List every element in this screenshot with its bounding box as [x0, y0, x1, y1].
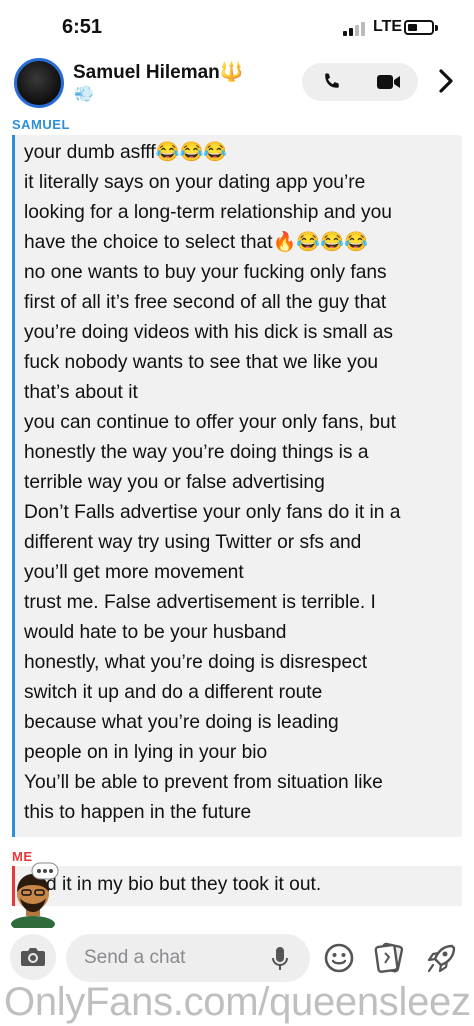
network-type: LTE [373, 18, 403, 35]
contact-name[interactable]: Samuel Hileman🔱 [73, 60, 243, 84]
chevron-right-icon[interactable] [434, 66, 458, 96]
message-line: first of all it’s free second of all the… [24, 292, 387, 313]
camera-button[interactable] [10, 934, 56, 980]
message-line: You’ll be able to prevent from situation… [24, 772, 383, 793]
signal-strength-icon [343, 22, 365, 36]
trident-emoji: 🔱 [219, 62, 244, 83]
sender-label-samuel: SAMUEL [12, 117, 70, 132]
status-time: 6:51 [62, 16, 103, 38]
message-line: looking for a long-term relationship and… [24, 202, 392, 223]
message-line: have the choice to select that🔥😂😂😂 [24, 232, 369, 253]
contact-avatar[interactable] [14, 58, 64, 108]
message-line: switch it up and do a different route [24, 682, 323, 703]
voice-call-button[interactable] [302, 63, 360, 101]
message-line: your dumb asfff😂😂😂 [24, 142, 228, 163]
received-message-block[interactable]: your dumb asfff😂😂😂 it literally says on … [12, 135, 462, 837]
call-actions [302, 63, 418, 101]
chat-input[interactable]: Send a chat [66, 934, 310, 982]
sticker-icon[interactable] [372, 942, 406, 974]
bitmoji-avatar[interactable] [4, 862, 62, 928]
message-line: this to happen in the future [24, 802, 252, 823]
message-line: you’ll get more movement [24, 562, 244, 583]
battery-cap [435, 25, 438, 31]
microphone-icon[interactable] [271, 946, 289, 972]
message-line: it literally says on your dating app you… [24, 172, 366, 193]
video-call-button[interactable] [360, 63, 418, 101]
message-line: because what you’re doing is leading [24, 712, 339, 733]
message-line: people on in lying in your bio [24, 742, 268, 763]
chat-input-bar: Send a chat [0, 930, 474, 986]
phone-icon [325, 73, 339, 88]
rocket-icon[interactable] [424, 942, 458, 976]
message-line: fuck nobody wants to see that we like yo… [24, 352, 379, 373]
message-line: terrible way you or false advertising [24, 472, 325, 493]
watermark-text: OnlyFans.com/queensleez [4, 980, 471, 1024]
message-line: you can continue to offer your only fans… [24, 412, 396, 433]
message-line: Don’t Falls advertise your only fans do … [24, 502, 401, 523]
smiley-icon[interactable] [323, 942, 355, 974]
message-line: no one wants to buy your fucking only fa… [24, 262, 387, 283]
message-line: honestly the way you’re doing things is … [24, 442, 369, 463]
camera-icon [21, 948, 45, 966]
message-line: different way try using Twitter or sfs a… [24, 532, 362, 553]
sender-accent-bar [12, 135, 15, 837]
message-line: you’re doing videos with his dick is sma… [24, 322, 393, 343]
sent-message-text: d it in my bio but they took it out. [46, 874, 322, 895]
contact-name-text: Samuel Hileman [73, 62, 220, 83]
battery-icon [404, 20, 434, 35]
wind-emoji: 💨 [74, 86, 94, 103]
message-line: that’s about it [24, 382, 138, 403]
video-camera-icon [377, 75, 400, 89]
status-bar: 6:51 LTE [0, 0, 474, 54]
chat-header: Samuel Hileman🔱 💨 [0, 54, 474, 110]
message-line: honestly, what you’re doing is disrespec… [24, 652, 368, 673]
message-line: trust me. False advertisement is terribl… [24, 592, 376, 613]
message-line: would hate to be your husband [24, 622, 287, 643]
sent-message-block[interactable]: d it in my bio but they took it out. [12, 866, 462, 906]
chat-input-placeholder: Send a chat [84, 947, 186, 968]
